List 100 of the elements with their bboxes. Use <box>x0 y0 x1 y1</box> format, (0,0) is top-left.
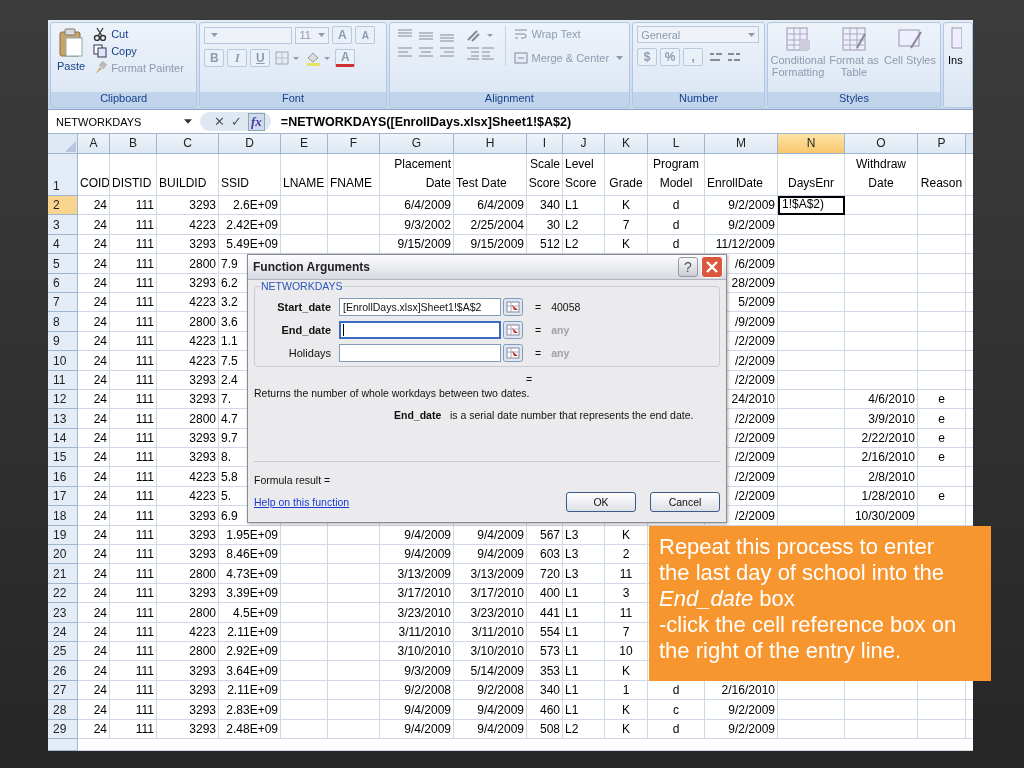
empty-cell <box>778 370 845 390</box>
close-icon[interactable] <box>701 256 723 278</box>
table-cell: 5/14/2009 <box>454 661 527 681</box>
cell-reference-icon[interactable] <box>503 297 523 316</box>
column-header[interactable]: C <box>157 134 219 154</box>
name-box[interactable]: NETWORKDAYS <box>48 112 196 131</box>
row-header[interactable]: 3 <box>48 215 78 235</box>
row-header[interactable]: 2 <box>48 196 78 216</box>
row-header[interactable]: 10 <box>48 351 78 371</box>
table-cell: 1.95E+09 <box>219 525 281 546</box>
row-header[interactable]: 20 <box>48 545 78 565</box>
enter-button[interactable]: ✓ <box>231 114 242 129</box>
copy-button[interactable]: Copy <box>91 43 186 59</box>
empty-cell <box>328 622 380 642</box>
empty-cell <box>328 680 380 701</box>
row-header[interactable]: 28 <box>48 700 78 720</box>
table-cell: 24 <box>78 273 110 293</box>
argument-field[interactable]: [EnrollDays.xlsx]Sheet1!$A$2 <box>339 297 501 316</box>
table-cell: 2800 <box>157 603 219 623</box>
help-button[interactable]: ? <box>678 257 698 277</box>
cell-reference-icon[interactable] <box>503 343 523 362</box>
argument-value: any <box>551 346 570 359</box>
row-header[interactable]: 14 <box>48 428 78 449</box>
empty-cell <box>328 196 380 216</box>
table-cell: 2800 <box>157 312 219 332</box>
row-header[interactable]: 1 <box>48 154 78 196</box>
table-cell: d <box>648 215 705 235</box>
column-header[interactable]: K <box>605 134 648 154</box>
table-cell: 1 <box>605 680 648 701</box>
column-header[interactable]: B <box>110 134 157 154</box>
row-header[interactable]: 19 <box>48 525 78 546</box>
row-header[interactable]: 6 <box>48 273 78 293</box>
table-cell: 3/17/2010 <box>454 583 527 604</box>
table-cell: 1/28/2010 <box>845 486 918 507</box>
table-cell: 111 <box>110 234 157 255</box>
row-header[interactable]: 16 <box>48 467 78 487</box>
table-cell: 4.73E+09 <box>219 564 281 584</box>
table-cell: EnrollDate <box>705 154 778 196</box>
row-header[interactable]: 7 <box>48 292 78 313</box>
column-header[interactable] <box>966 134 973 154</box>
argument-field[interactable] <box>339 320 501 339</box>
row-header[interactable]: 29 <box>48 719 78 739</box>
row-header[interactable]: 13 <box>48 409 78 429</box>
column-header[interactable]: A <box>78 134 110 154</box>
column-header[interactable]: E <box>281 134 328 154</box>
cut-button[interactable]: Cut <box>91 26 186 42</box>
column-header[interactable]: D <box>219 134 281 154</box>
table-cell: 3/11/2010 <box>454 622 527 642</box>
table-cell: 7 <box>605 215 648 235</box>
row-header[interactable]: 25 <box>48 642 78 662</box>
row-header[interactable]: 8 <box>48 312 78 332</box>
table-cell: 24 <box>78 622 110 642</box>
table-cell: 4223 <box>157 351 219 371</box>
row-header[interactable]: 17 <box>48 486 78 507</box>
insert-function-button[interactable]: fx <box>248 112 265 131</box>
dialog-button[interactable]: Cancel <box>650 492 720 512</box>
table-cell: 3293 <box>157 700 219 720</box>
column-header[interactable]: H <box>454 134 527 154</box>
paste-button[interactable]: Paste <box>55 26 88 74</box>
table-cell: L1 <box>563 642 605 662</box>
row-header[interactable]: 18 <box>48 506 78 526</box>
column-header[interactable]: N <box>778 134 845 154</box>
formula-field[interactable]: =NETWORKDAYS([EnrollDays.xlsx]Sheet1!$A$2) <box>274 114 572 129</box>
column-header[interactable]: P <box>918 134 966 154</box>
table-cell: L3 <box>563 564 605 584</box>
column-header[interactable]: O <box>845 134 918 154</box>
row-header[interactable]: 24 <box>48 622 78 642</box>
dialog-button[interactable]: OK <box>566 492 636 512</box>
table-cell: 603 <box>527 545 563 565</box>
row-header[interactable]: 15 <box>48 448 78 468</box>
column-header[interactable]: J <box>563 134 605 154</box>
cell-reference-icon[interactable] <box>503 320 523 339</box>
empty-cell <box>778 409 845 429</box>
table-cell: 111 <box>110 331 157 352</box>
argument-field[interactable] <box>339 343 501 362</box>
column-header[interactable]: I <box>527 134 563 154</box>
row-header[interactable]: 27 <box>48 680 78 701</box>
copy-icon <box>93 44 108 58</box>
empty-cell <box>281 642 328 662</box>
row-header[interactable]: 22 <box>48 583 78 604</box>
cancel-entry-button[interactable]: ✕ <box>214 114 225 129</box>
column-header[interactable]: M <box>705 134 778 154</box>
table-cell: L1 <box>563 603 605 623</box>
row-header[interactable]: 12 <box>48 389 78 410</box>
empty-cell <box>778 312 845 332</box>
table-cell: 9/2/2009 <box>705 700 778 720</box>
row-header[interactable]: 5 <box>48 254 78 274</box>
row-header[interactable]: 26 <box>48 661 78 681</box>
row-header[interactable]: 21 <box>48 564 78 584</box>
column-header[interactable]: L <box>648 134 705 154</box>
table-cell: 340 <box>527 680 563 701</box>
row-header[interactable]: 9 <box>48 331 78 352</box>
table-cell: 9/2/2008 <box>380 680 454 701</box>
row-header[interactable]: 23 <box>48 603 78 623</box>
table-cell: 9/2/2009 <box>705 215 778 235</box>
column-header[interactable]: G <box>380 134 454 154</box>
column-header[interactable]: F <box>328 134 380 154</box>
row-header[interactable]: 11 <box>48 370 78 390</box>
empty-cell <box>328 700 380 720</box>
row-header[interactable]: 4 <box>48 234 78 255</box>
